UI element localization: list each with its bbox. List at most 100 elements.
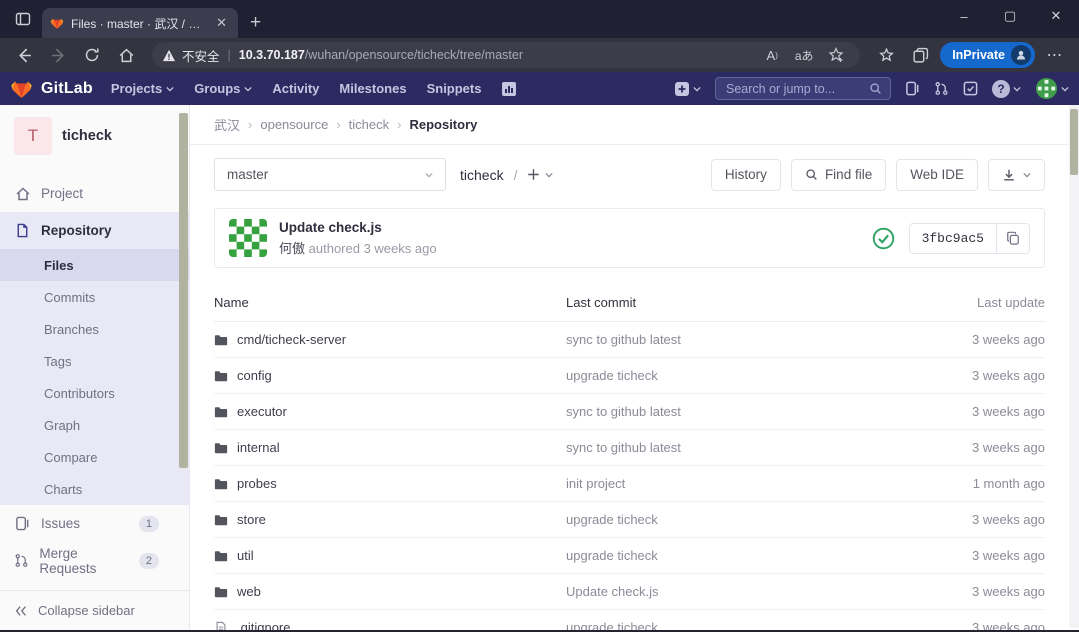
commit-author[interactable]: 何傲 <box>279 241 305 256</box>
merge-request-icon <box>14 553 29 568</box>
file-name-link[interactable]: internal <box>214 440 566 455</box>
document-icon <box>14 223 31 238</box>
commit-message-link[interactable]: upgrade ticheck <box>566 368 895 383</box>
collections-icon[interactable] <box>906 42 934 68</box>
file-name-link[interactable]: config <box>214 368 566 383</box>
sidebar-item-tags[interactable]: Tags <box>0 345 189 377</box>
commit-message-link[interactable]: sync to github latest <box>566 440 895 455</box>
file-name-link[interactable]: probes <box>214 476 566 491</box>
close-button[interactable]: ✕ <box>1033 0 1079 32</box>
gitlab-brand-name: GitLab <box>41 80 93 98</box>
folder-icon <box>214 369 228 383</box>
url-text: 10.3.70.187/wuhan/opensource/ticheck/tre… <box>239 48 758 62</box>
browser-tab[interactable]: Files · master · 武汉 / opensourc ✕ <box>42 8 238 38</box>
home-icon[interactable] <box>112 42 140 68</box>
history-button[interactable]: History <box>711 159 781 191</box>
sidebar-item-compare[interactable]: Compare <box>0 441 189 473</box>
file-name-link[interactable]: util <box>214 548 566 563</box>
browser-menu-icon[interactable]: ⋯ <box>1041 42 1069 68</box>
file-name-link[interactable]: web <box>214 584 566 599</box>
new-tab-button[interactable]: + <box>250 13 261 32</box>
web-ide-button[interactable]: Web IDE <box>896 159 978 191</box>
commit-message-link[interactable]: sync to github latest <box>566 332 895 347</box>
back-icon[interactable] <box>10 42 38 68</box>
tab-close-icon[interactable]: ✕ <box>213 15 230 31</box>
sidebar-item-merge-requests[interactable]: Merge Requests2 <box>0 542 189 579</box>
commit-message-link[interactable]: sync to github latest <box>566 404 895 419</box>
sidebar-item-label: Charts <box>44 482 82 497</box>
gitlab-brand[interactable]: GitLab <box>10 77 93 100</box>
forward-icon[interactable] <box>44 42 72 68</box>
gitlab-logo-icon <box>10 77 33 100</box>
menu-projects[interactable]: Projects <box>111 81 174 96</box>
user-menu[interactable] <box>1035 77 1069 100</box>
commit-sha[interactable]: 3fbc9ac5 <box>910 224 996 253</box>
sidebar-item-graph[interactable]: Graph <box>0 409 189 441</box>
file-name-link[interactable]: executor <box>214 404 566 419</box>
refresh-icon[interactable] <box>78 42 106 68</box>
favorites-icon[interactable] <box>872 42 900 68</box>
collapse-sidebar-button[interactable]: Collapse sidebar <box>0 590 189 630</box>
menu-milestones[interactable]: Milestones <box>339 81 406 96</box>
copy-icon <box>1006 231 1020 245</box>
sidebar-item-project[interactable]: Project <box>0 175 189 212</box>
file-name-link[interactable]: store <box>214 512 566 527</box>
commit-message-link[interactable]: upgrade ticheck <box>566 512 895 527</box>
merge-requests-icon[interactable] <box>934 81 949 96</box>
breadcrumb-subgroup[interactable]: opensource <box>260 117 328 132</box>
maximize-button[interactable]: ▢ <box>987 0 1033 32</box>
address-bar[interactable]: 不安全 | 10.3.70.187/wuhan/opensource/tiche… <box>152 42 860 68</box>
breadcrumb-project[interactable]: ticheck <box>349 117 389 132</box>
sidebar-scrollbar[interactable] <box>179 109 188 584</box>
commit-message-link[interactable]: upgrade ticheck <box>566 620 895 630</box>
sidebar-item-files[interactable]: Files <box>0 249 189 281</box>
breadcrumb-group[interactable]: 武汉 <box>214 115 240 134</box>
issues-icon[interactable] <box>905 81 920 96</box>
commit-title-link[interactable]: Update check.js <box>279 220 437 235</box>
copy-sha-button[interactable] <box>996 224 1029 253</box>
download-button[interactable] <box>988 159 1045 191</box>
translate-icon[interactable]: aあ <box>790 42 818 68</box>
folder-icon <box>214 477 228 491</box>
file-name-link[interactable]: cmd/ticheck-server <box>214 332 566 347</box>
window-controls: – ▢ ✕ <box>941 0 1079 38</box>
commit-author-avatar <box>229 219 267 257</box>
table-row: webUpdate check.js3 weeks ago <box>214 574 1045 610</box>
commit-message-link[interactable]: init project <box>566 476 895 491</box>
sidebar-item-contributors[interactable]: Contributors <box>0 377 189 409</box>
help-menu[interactable]: ? <box>992 80 1021 98</box>
sidebar-item-label: Commits <box>44 290 95 305</box>
charts-icon[interactable] <box>501 81 517 97</box>
inprivate-label: InPrivate <box>952 48 1005 62</box>
menu-activity[interactable]: Activity <box>272 81 319 96</box>
menu-snippets[interactable]: Snippets <box>427 81 482 96</box>
security-warning[interactable]: 不安全 <box>162 46 220 65</box>
gitlab-navbar: GitLab Projects Groups Activity Mileston… <box>0 72 1079 105</box>
page-scrollbar[interactable] <box>1069 105 1079 628</box>
read-aloud-icon[interactable]: A) <box>758 42 786 68</box>
sidebar-item-repository[interactable]: Repository <box>0 212 189 249</box>
menu-groups[interactable]: Groups <box>194 81 252 96</box>
global-search[interactable] <box>715 77 891 100</box>
minimize-button[interactable]: – <box>941 0 987 32</box>
sidebar-item-charts[interactable]: Charts <box>0 473 189 505</box>
find-file-button[interactable]: Find file <box>791 159 886 191</box>
commit-message-link[interactable]: Update check.js <box>566 584 895 599</box>
sidebar-item-branches[interactable]: Branches <box>0 313 189 345</box>
search-input[interactable] <box>724 81 869 97</box>
tab-actions-icon[interactable] <box>8 4 38 34</box>
branch-selector[interactable]: master <box>214 158 446 191</box>
project-header[interactable]: T ticheck <box>0 105 189 169</box>
file-name-link[interactable]: .gitignore <box>214 620 566 630</box>
commit-message-link[interactable]: upgrade ticheck <box>566 548 895 563</box>
new-menu[interactable] <box>674 81 701 97</box>
last-update: 3 weeks ago <box>895 404 1045 419</box>
sidebar-item-commits[interactable]: Commits <box>0 281 189 313</box>
pipeline-status-icon[interactable] <box>872 227 895 250</box>
inprivate-badge[interactable]: InPrivate <box>940 42 1035 68</box>
add-favorite-icon[interactable] <box>822 42 850 68</box>
add-file-dropdown[interactable] <box>527 168 553 181</box>
sidebar-item-issues[interactable]: Issues1 <box>0 505 189 542</box>
todos-icon[interactable] <box>963 81 978 96</box>
repo-root-link[interactable]: ticheck <box>460 167 504 183</box>
